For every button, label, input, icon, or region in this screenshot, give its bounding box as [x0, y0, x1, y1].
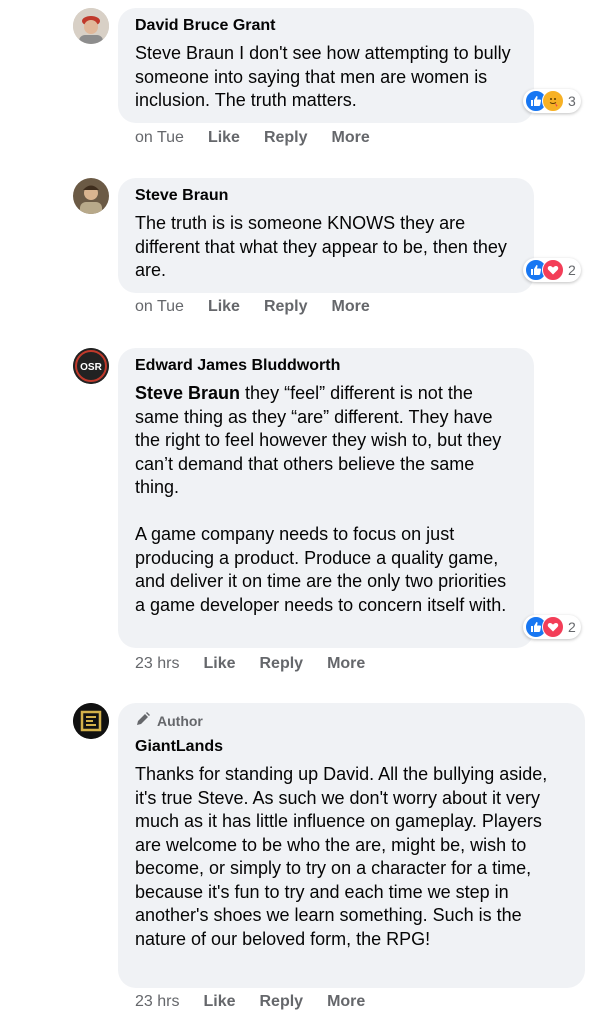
pencil-icon [135, 711, 151, 731]
comment-text: Steve Braun they “feel” different is not… [135, 382, 517, 617]
reply-button[interactable]: Reply [259, 993, 303, 1011]
comment-timestamp[interactable]: on Tue [135, 129, 184, 147]
comment-actions: on Tue Like Reply More [135, 298, 370, 316]
comment-actions: on Tue Like Reply More [135, 129, 370, 147]
author-badge: Author [135, 711, 568, 731]
reply-button[interactable]: Reply [259, 655, 303, 673]
love-icon [542, 616, 564, 638]
comment-text: Steve Braun I don't see how attempting t… [135, 43, 511, 110]
care-icon [542, 90, 564, 112]
reply-button[interactable]: Reply [264, 298, 308, 316]
commenter-name[interactable]: David Bruce Grant [135, 16, 517, 36]
reaction-count: 2 [568, 262, 576, 278]
commenter-name[interactable]: GiantLands [135, 737, 568, 757]
comment-actions: 23 hrs Like Reply More [135, 655, 365, 673]
avatar[interactable] [73, 178, 109, 214]
commenter-name[interactable]: Edward James Bluddworth [135, 356, 517, 376]
comment-bubble: Steve Braun The truth is is someone KNOW… [118, 178, 534, 293]
like-button[interactable]: Like [208, 298, 240, 316]
comment-bubble: David Bruce Grant Steve Braun I don't se… [118, 8, 534, 123]
like-button[interactable]: Like [208, 129, 240, 147]
mention-link[interactable]: Steve Braun [135, 383, 240, 403]
comment-text: Thanks for standing up David. All the bu… [135, 764, 548, 949]
author-badge-label: Author [157, 713, 203, 729]
commenter-name[interactable]: Steve Braun [135, 186, 517, 206]
like-button[interactable]: Like [203, 655, 235, 673]
comment-timestamp[interactable]: 23 hrs [135, 993, 179, 1011]
more-button[interactable]: More [327, 993, 365, 1011]
comment-bubble: Edward James Bluddworth Steve Braun they… [118, 348, 534, 648]
like-button[interactable]: Like [203, 993, 235, 1011]
comment-actions: 23 hrs Like Reply More [135, 993, 365, 1011]
more-button[interactable]: More [332, 129, 370, 147]
more-button[interactable]: More [332, 298, 370, 316]
reactions-summary[interactable]: 3 [523, 89, 581, 113]
reaction-count: 3 [568, 93, 576, 109]
avatar[interactable] [73, 703, 109, 739]
reactions-summary[interactable]: 2 [523, 258, 581, 282]
comment-text: The truth is is someone KNOWS they are d… [135, 213, 507, 280]
avatar[interactable] [73, 8, 109, 44]
comment-bubble: Author GiantLands Thanks for standing up… [118, 703, 585, 988]
comment-body: they “feel” different is not the same th… [135, 383, 507, 615]
avatar-logo-text: OSR [80, 362, 102, 373]
love-icon [542, 259, 564, 281]
reactions-summary[interactable]: 2 [523, 615, 581, 639]
avatar[interactable]: OSR [73, 348, 109, 384]
reply-button[interactable]: Reply [264, 129, 308, 147]
more-button[interactable]: More [327, 655, 365, 673]
reaction-count: 2 [568, 619, 576, 635]
comment-timestamp[interactable]: on Tue [135, 298, 184, 316]
comment-timestamp[interactable]: 23 hrs [135, 655, 179, 673]
